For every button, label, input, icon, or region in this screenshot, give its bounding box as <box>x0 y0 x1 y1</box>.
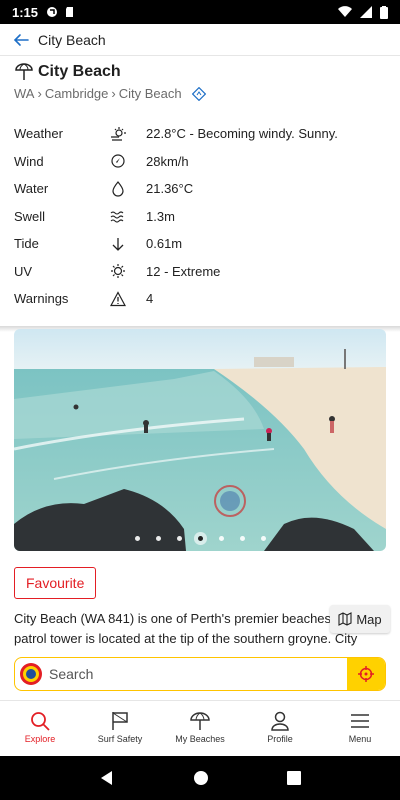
beach-umbrella-icon <box>190 711 210 730</box>
condition-row-tide: Tide 0.61m <box>14 230 386 258</box>
status-time: 1:15 <box>12 4 39 20</box>
navigate-diamond-icon[interactable] <box>191 86 206 101</box>
map-button[interactable]: Map <box>330 605 390 633</box>
condition-row-wind: Wind 28km/h <box>14 148 386 176</box>
sun-wind-icon <box>110 126 126 142</box>
menu-icon <box>351 713 369 728</box>
search-input[interactable] <box>49 666 347 682</box>
battery-icon <box>380 5 388 19</box>
home-circle-icon[interactable] <box>193 770 209 786</box>
beach-umbrella-icon <box>15 63 33 80</box>
app-bar-title: City Beach <box>38 31 106 48</box>
condition-label: Tide <box>14 236 39 252</box>
condition-value: 0.61m <box>146 236 183 252</box>
condition-value: 21.36°C <box>146 181 194 197</box>
breadcrumb: WA › Cambridge › City Beach <box>14 86 394 101</box>
person-icon <box>271 711 289 731</box>
carousel-dot-active[interactable] <box>197 536 203 541</box>
condition-value: 22.8°C - Becoming windy. Sunny. <box>146 126 338 142</box>
app-bar: City Beach <box>0 24 400 56</box>
condition-row-uv: UV 12 - Extreme <box>14 258 386 286</box>
search-bar <box>14 657 386 691</box>
condition-row-swell: Swell 1.3m <box>14 203 386 231</box>
carousel-dot[interactable] <box>218 536 224 541</box>
favourite-button[interactable]: Favourite <box>14 567 97 599</box>
back-arrow-icon[interactable] <box>12 31 30 49</box>
nav-label: My Beaches <box>175 733 225 744</box>
carousel-dot[interactable] <box>260 536 266 541</box>
condition-row-water: Water 21.36°C <box>14 175 386 203</box>
beach-name: City Beach <box>38 63 121 80</box>
carousel-dot[interactable] <box>155 536 161 541</box>
nav-label: Menu <box>348 733 372 744</box>
breadcrumb-separator: › <box>111 86 116 101</box>
sync-icon <box>47 7 58 17</box>
carousel-dot[interactable] <box>239 536 245 541</box>
beach-header: City Beach WA › Cambridge › City Beach <box>14 60 394 101</box>
beach-photo-carousel[interactable] <box>14 329 386 551</box>
breadcrumb-separator: › <box>37 86 42 101</box>
nav-menu[interactable]: Menu <box>320 701 400 752</box>
wind-direction-icon <box>110 153 126 169</box>
breadcrumb-state[interactable]: WA <box>14 86 34 101</box>
condition-label: Weather <box>14 126 63 142</box>
nav-surf-safety[interactable]: Surf Safety <box>80 701 160 752</box>
carousel-dot[interactable] <box>176 536 182 541</box>
bottom-navigation: Explore Surf Safety My Beaches Profile M… <box>0 700 400 752</box>
condition-value: 12 - Extreme <box>146 263 221 279</box>
flag-icon <box>112 711 128 730</box>
crosshair-icon <box>358 666 374 682</box>
map-button-label: Map <box>356 611 382 627</box>
condition-label: Water <box>14 181 49 197</box>
signal-icon <box>360 6 372 18</box>
breadcrumb-beach[interactable]: City Beach <box>119 86 182 101</box>
water-drop-icon <box>110 180 126 197</box>
surf-life-saving-logo-icon <box>20 663 42 685</box>
condition-value: 4 <box>146 291 154 307</box>
recents-square-icon[interactable] <box>287 771 301 785</box>
condition-value: 1.3m <box>146 208 175 224</box>
nav-profile[interactable]: Profile <box>240 701 320 752</box>
status-bar: 1:15 <box>0 0 400 24</box>
carousel-pagination <box>14 536 386 541</box>
warning-triangle-icon <box>110 290 126 307</box>
nav-explore[interactable]: Explore <box>0 701 80 752</box>
conditions-table: Weather 22.8°C - Becoming windy. Sunny. … <box>14 120 386 313</box>
locate-button[interactable] <box>347 658 385 690</box>
carousel-dot[interactable] <box>134 536 140 541</box>
sd-card-icon <box>66 7 74 17</box>
condition-value: 28km/h <box>146 153 189 169</box>
nav-label: Surf Safety <box>97 733 143 744</box>
condition-row-warnings[interactable]: Warnings 4 <box>14 285 386 313</box>
condition-label: Wind <box>14 153 44 169</box>
map-icon <box>338 612 352 626</box>
swell-waves-icon <box>110 208 126 224</box>
breadcrumb-suburb[interactable]: Cambridge <box>45 86 109 101</box>
condition-label: Swell <box>14 208 46 224</box>
condition-label: Warnings <box>14 291 69 307</box>
nav-my-beaches[interactable]: My Beaches <box>160 701 240 752</box>
beach-photo <box>14 329 386 551</box>
search-icon <box>31 711 50 731</box>
nav-label: Explore <box>24 733 56 744</box>
condition-row-weather: Weather 22.8°C - Becoming windy. Sunny. <box>14 120 386 148</box>
system-navigation-bar <box>0 756 400 800</box>
wifi-icon <box>338 6 352 18</box>
tide-arrow-down-icon <box>110 236 126 252</box>
condition-label: UV <box>14 263 33 279</box>
nav-label: Profile <box>267 733 293 744</box>
uv-sun-icon <box>110 263 126 279</box>
back-triangle-icon[interactable] <box>99 770 115 786</box>
